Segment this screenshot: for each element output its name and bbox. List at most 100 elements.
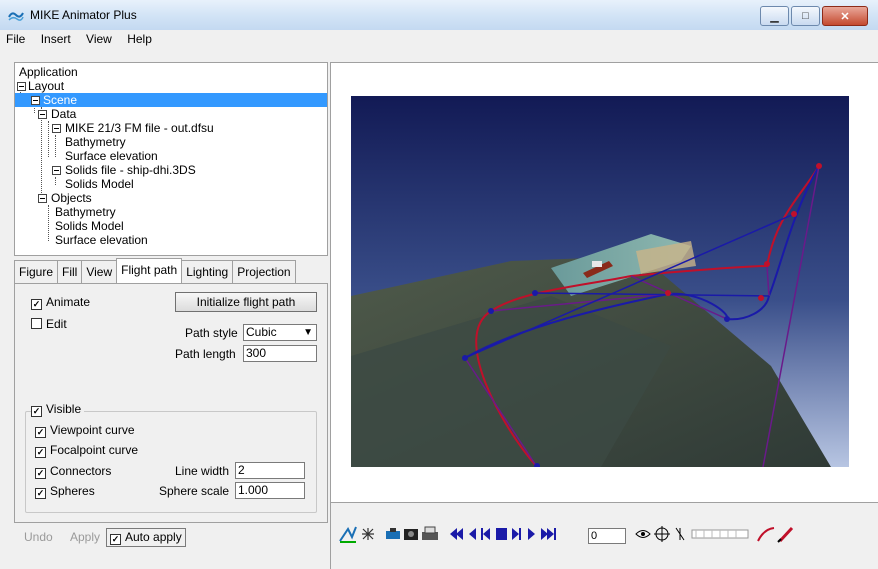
tab-fill[interactable]: Fill [57, 260, 83, 284]
window-title: MIKE Animator Plus [30, 8, 137, 22]
main-window: MIKE Animator Plus ▁ □ ✕ File Insert Vie… [0, 0, 878, 569]
undo-button[interactable]: Undo [24, 530, 53, 544]
initialize-flight-path-button[interactable]: Initialize flight path [175, 292, 317, 312]
path-length-label: Path length [175, 347, 236, 361]
axis-tool-icon[interactable] [338, 525, 378, 543]
sphere-marker[interactable] [791, 211, 797, 217]
sphere-marker[interactable] [532, 290, 538, 296]
collapse-icon[interactable] [31, 96, 40, 105]
viewpoint-curve-label: Viewpoint curve [50, 423, 135, 437]
maximize-icon: □ [802, 10, 809, 22]
tree-item-solids-file[interactable]: Solids file - ship-dhi.3DS [65, 163, 196, 177]
tree-line [48, 121, 49, 157]
tree-item-scene[interactable]: Scene [43, 93, 77, 107]
tree-line [55, 135, 56, 157]
sphere-marker[interactable] [665, 290, 671, 296]
tab-view[interactable]: View [81, 260, 118, 284]
playback-controls-icon[interactable] [448, 525, 586, 543]
menu-file[interactable]: File [0, 30, 31, 46]
collapse-icon[interactable] [38, 194, 47, 203]
checkbox-checked-icon: ✓ [110, 534, 121, 545]
collapse-icon[interactable] [52, 166, 61, 175]
menu-bar: File Insert View Help [0, 30, 878, 50]
property-tabs: Figure Fill View Flight path Lighting Pr… [14, 258, 296, 284]
checkbox-unchecked-icon [31, 318, 42, 329]
sphere-marker[interactable] [816, 163, 822, 169]
apply-button[interactable]: Apply [70, 530, 100, 544]
tab-projection[interactable]: Projection [232, 260, 296, 284]
tree-item-obj-surface-elevation[interactable]: Surface elevation [55, 233, 148, 247]
close-icon: ✕ [840, 10, 850, 23]
sphere-marker[interactable] [488, 308, 494, 314]
edit-checkbox[interactable]: Edit [31, 317, 67, 331]
scene-render[interactable] [351, 96, 849, 467]
tree-item-data[interactable]: Data [51, 107, 76, 121]
sphere-marker[interactable] [724, 316, 730, 322]
animate-checkbox[interactable]: ✓ Animate [31, 295, 90, 310]
tab-figure[interactable]: Figure [14, 260, 59, 284]
sphere-marker[interactable] [462, 355, 468, 361]
spheres-checkbox[interactable]: ✓ Spheres [35, 484, 95, 499]
path-style-select[interactable]: Cubic ▼ [243, 324, 317, 341]
line-width-input[interactable]: 2 [235, 462, 305, 479]
tree-line [55, 177, 56, 185]
curve-edit-icon[interactable] [756, 525, 796, 543]
view-tools-icon[interactable] [634, 525, 750, 543]
checkbox-checked-icon: ✓ [35, 468, 46, 479]
animate-label: Animate [46, 295, 91, 309]
tree-item-surface-elevation[interactable]: Surface elevation [65, 149, 158, 163]
tree-item-solids-model[interactable]: Solids Model [65, 177, 134, 191]
collapse-icon[interactable] [52, 124, 61, 133]
menu-insert[interactable]: Insert [35, 30, 77, 46]
spheres-label: Spheres [50, 484, 95, 498]
title-bar: MIKE Animator Plus ▁ □ ✕ [0, 0, 878, 31]
connectors-checkbox[interactable]: ✓ Connectors [35, 464, 111, 479]
menu-help[interactable]: Help [121, 30, 158, 46]
tree-item-layout[interactable]: Layout [28, 79, 64, 93]
flight-path-panel: ✓ Animate Edit Initialize flight path Pat… [14, 283, 328, 523]
checkbox-checked-icon: ✓ [31, 406, 42, 417]
focalpoint-curve-label: Focalpoint curve [50, 443, 139, 457]
menu-view[interactable]: View [80, 30, 118, 46]
viewpoint-curve-checkbox[interactable]: ✓ Viewpoint curve [35, 423, 135, 438]
checkbox-checked-icon: ✓ [35, 488, 46, 499]
tree-item-objects[interactable]: Objects [51, 191, 92, 205]
collapse-icon[interactable] [17, 82, 26, 91]
checkbox-checked-icon: ✓ [35, 427, 46, 438]
tree-item-bathymetry[interactable]: Bathymetry [65, 135, 126, 149]
frame-number-input[interactable]: 0 [588, 528, 626, 544]
focalpoint-curve-checkbox[interactable]: ✓ Focalpoint curve [35, 443, 138, 458]
camera-export-icon[interactable] [384, 525, 440, 543]
auto-apply-checkbox[interactable]: ✓ Auto apply [106, 528, 186, 547]
scene-tree[interactable]: Application Layout Scene Data MIKE 21/3 … [14, 62, 328, 256]
connectors-label: Connectors [50, 464, 112, 478]
tab-lighting[interactable]: Lighting [181, 260, 234, 284]
sphere-scale-input[interactable]: 1.000 [235, 482, 305, 499]
checkbox-checked-icon: ✓ [35, 447, 46, 458]
path-style-value: Cubic [246, 325, 277, 339]
line-width-label: Line width [175, 464, 230, 478]
tree-item-obj-solids-model[interactable]: Solids Model [55, 219, 124, 233]
sphere-marker[interactable] [758, 295, 764, 301]
path-style-label: Path style [185, 326, 238, 340]
path-length-input[interactable]: 300 [243, 345, 317, 362]
tree-item-application[interactable]: Application [19, 65, 78, 79]
visible-label: Visible [46, 402, 82, 416]
close-button[interactable]: ✕ [822, 6, 868, 26]
tree-item-obj-bathymetry[interactable]: Bathymetry [55, 205, 116, 219]
tab-flight-path[interactable]: Flight path [116, 258, 183, 284]
sphere-scale-label: Sphere scale [159, 484, 230, 498]
app-wave-icon [8, 12, 24, 21]
visible-checkbox[interactable]: ✓ Visible [31, 402, 85, 417]
checkbox-checked-icon: ✓ [31, 299, 42, 310]
auto-apply-label: Auto apply [125, 530, 182, 544]
chevron-down-icon: ▼ [303, 327, 313, 338]
tree-item-dfsu-file[interactable]: MIKE 21/3 FM file - out.dfsu [65, 121, 214, 135]
tree-line [48, 205, 49, 241]
minimize-button[interactable]: ▁ [760, 6, 789, 26]
edit-label: Edit [46, 317, 67, 331]
sphere-marker[interactable] [764, 261, 770, 267]
collapse-icon[interactable] [38, 110, 47, 119]
ship-deck [592, 261, 602, 267]
maximize-button[interactable]: □ [791, 6, 820, 26]
